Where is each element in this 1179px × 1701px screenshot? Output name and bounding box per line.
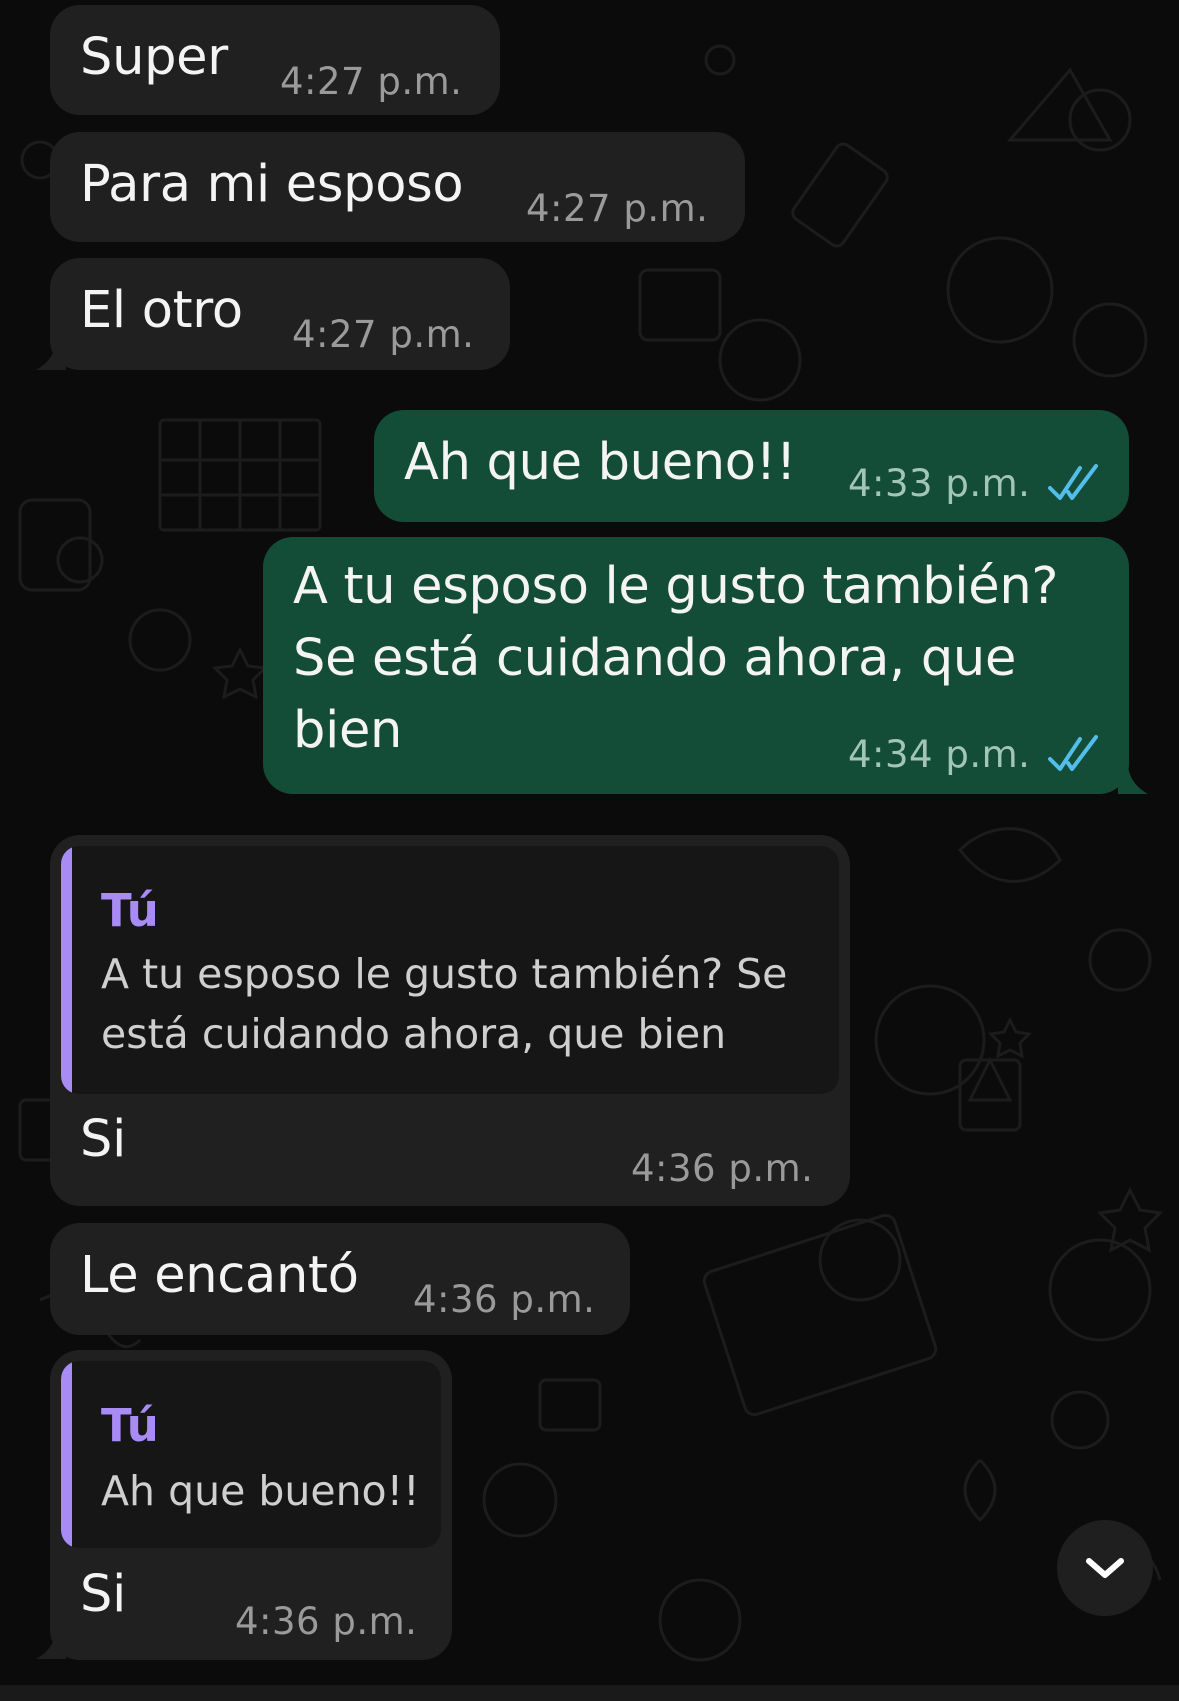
quote-text-line: Ah que bueno!! [101, 1467, 420, 1515]
message-text: Ah que bueno!! [404, 433, 796, 492]
message-incoming-reply[interactable]: Tú A tu esposo le gusto también? Se está… [50, 835, 850, 1206]
message-time: 4:33 p.m. [848, 462, 1031, 505]
quote-author: Tú [101, 1399, 159, 1452]
message-incoming-reply[interactable]: Tú Ah que bueno!! Si 4:36 p.m. [50, 1350, 452, 1660]
quote-accent-bar [61, 1361, 72, 1548]
message-time: 4:36 p.m. [631, 1147, 814, 1190]
message-text: Super [80, 28, 228, 87]
chevron-down-icon [1086, 1558, 1124, 1578]
message-text: Si [80, 1110, 126, 1169]
quote-text-line: A tu esposo le gusto también? Se [101, 950, 788, 998]
message-time: 4:27 p.m. [280, 60, 463, 103]
message-time: 4:27 p.m. [526, 187, 709, 230]
double-check-icon [1048, 735, 1098, 771]
message-incoming[interactable]: El otro 4:27 p.m. [50, 258, 510, 370]
double-check-icon [1048, 464, 1098, 500]
quoted-message[interactable]: Tú A tu esposo le gusto también? Se está… [61, 846, 839, 1094]
scroll-to-bottom-button[interactable] [1057, 1520, 1153, 1616]
message-text: Si [80, 1565, 126, 1624]
bubble-tail [36, 1631, 66, 1659]
message-text-line: A tu esposo le gusto también? [293, 557, 1059, 616]
message-text: El otro [80, 281, 243, 340]
message-incoming[interactable]: Super 4:27 p.m. [50, 5, 500, 115]
quote-text-line: está cuidando ahora, que bien [101, 1010, 727, 1058]
message-outgoing[interactable]: Ah que bueno!! 4:33 p.m. [374, 410, 1129, 522]
quote-author: Tú [101, 884, 159, 937]
message-text-line: bien [293, 701, 403, 760]
message-time: 4:36 p.m. [413, 1278, 596, 1321]
message-incoming[interactable]: Le encantó 4:36 p.m. [50, 1223, 630, 1335]
composer-edge [0, 1685, 1179, 1701]
quoted-message[interactable]: Tú Ah que bueno!! [61, 1361, 441, 1548]
message-outgoing[interactable]: A tu esposo le gusto también? Se está cu… [263, 537, 1129, 794]
message-time: 4:36 p.m. [235, 1600, 418, 1643]
message-time: 4:34 p.m. [848, 733, 1031, 776]
message-time: 4:27 p.m. [292, 313, 475, 356]
bubble-tail [36, 342, 66, 370]
message-text-line: Se está cuidando ahora, que [293, 629, 1017, 688]
message-text: Le encantó [80, 1246, 359, 1305]
quote-accent-bar [61, 846, 72, 1094]
message-text: Para mi esposo [80, 155, 464, 214]
message-incoming[interactable]: Para mi esposo 4:27 p.m. [50, 132, 745, 242]
bubble-tail [1118, 766, 1148, 794]
